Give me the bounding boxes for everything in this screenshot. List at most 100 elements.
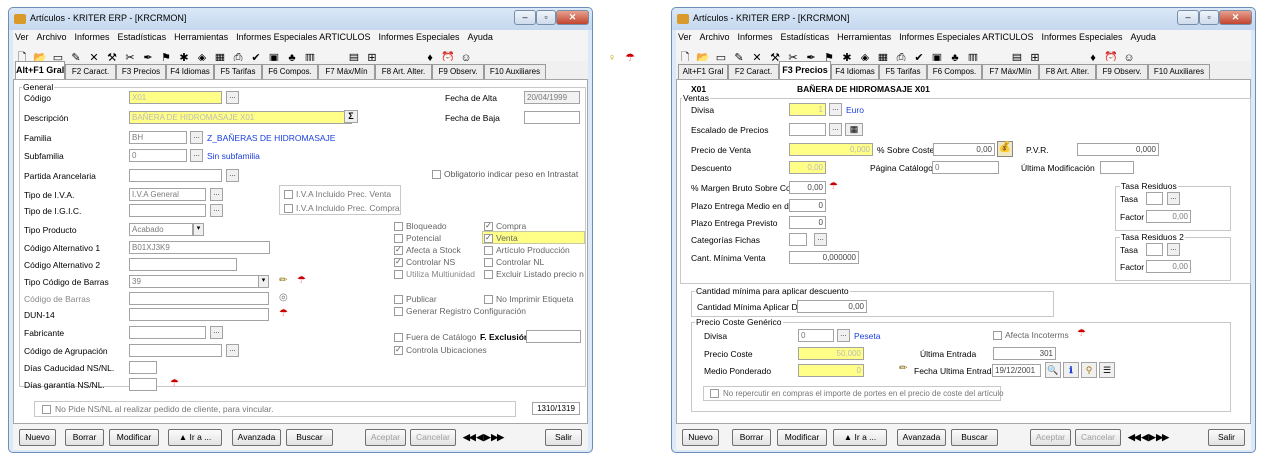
dun14-field[interactable] [129, 308, 269, 321]
menu-archivo[interactable]: Archivo [37, 32, 67, 42]
tab-auxiliares[interactable]: F10 Auxiliares [1148, 64, 1210, 79]
dias-cad-field[interactable] [129, 361, 157, 374]
aceptar-button[interactable]: Aceptar [1030, 429, 1071, 446]
borrar-button[interactable]: Borrar [732, 429, 771, 446]
escalado-lookup-button[interactable]: … [829, 123, 842, 136]
tab-observ[interactable]: F9 Observ. [1096, 64, 1148, 79]
gen-registro-checkbox[interactable] [394, 307, 403, 316]
obligatorio-checkbox[interactable] [432, 170, 441, 179]
help-icon[interactable]: ☂ [621, 50, 639, 67]
modificar-button[interactable]: Modificar [109, 429, 159, 446]
modificar-button[interactable]: Modificar [777, 429, 827, 446]
sobre-coste-field[interactable]: 0,00 [933, 143, 995, 156]
record-navigator[interactable]: ◀◀ ◀ ▶ ▶▶ [463, 429, 504, 446]
divisa2-link[interactable]: Peseta [854, 331, 880, 342]
menu-ayuda[interactable]: Ayuda [468, 32, 493, 42]
controla-ubic-checkbox[interactable] [394, 345, 403, 355]
subfamilia-field[interactable]: 0 [129, 149, 187, 162]
salir-button[interactable]: Salir [545, 429, 582, 446]
menu-ver[interactable]: Ver [15, 32, 29, 42]
grid-icon[interactable]: ▦ [845, 123, 863, 136]
tipo-igic-field[interactable] [129, 204, 206, 217]
factor-field[interactable]: 0,00 [1146, 210, 1191, 223]
divisa-lookup-button[interactable]: … [829, 103, 842, 116]
tab-tarifas[interactable]: F5 Tarifas [214, 64, 262, 79]
menu-informes-especiales[interactable]: Informes Especiales [1042, 32, 1123, 42]
hierarchy-icon[interactable]: ⚲ [1081, 362, 1097, 378]
tipo-barras-select[interactable]: 39 [129, 275, 269, 288]
categorias-field[interactable] [789, 233, 807, 246]
cant-dto-field[interactable]: 0,00 [797, 300, 867, 313]
controlar-ns-checkbox[interactable] [394, 257, 403, 267]
record-navigator[interactable]: ◀◀ ◀ ▶ ▶▶ [1128, 429, 1169, 446]
tipo-iva-field[interactable]: I.V.A General [129, 188, 206, 201]
controlar-nl-checkbox[interactable] [484, 258, 493, 267]
plazo-medio-field[interactable]: 0 [789, 199, 826, 212]
publicar-checkbox[interactable] [394, 295, 403, 304]
search-doc-icon[interactable]: 🔍 [1045, 362, 1061, 378]
descripcion-field[interactable]: BAÑERA DE HIDROMASAJE X01 [129, 111, 352, 124]
maximize-button[interactable]: ▫ [536, 10, 556, 25]
subfamilia-link[interactable]: Sin subfamilia [207, 151, 260, 162]
sigma-button[interactable]: Σ [344, 110, 358, 123]
menu-estadisticas[interactable]: Estadísticas [781, 32, 830, 42]
chevron-down-icon[interactable]: ▾ [193, 223, 204, 236]
compra-checkbox[interactable] [484, 221, 493, 231]
menu-herramientas[interactable]: Herramientas [174, 32, 228, 42]
tab-maxmin[interactable]: F7 Máx/Mín [318, 64, 375, 79]
multiunidad-checkbox[interactable] [394, 270, 403, 279]
codigo-field[interactable]: X01 [129, 91, 222, 104]
cancelar-button[interactable]: Cancelar [410, 429, 456, 446]
chevron-down-icon[interactable]: ▾ [258, 275, 269, 288]
plazo-prev-field[interactable]: 0 [789, 216, 826, 229]
tipo-producto-select[interactable]: Acabado [129, 223, 193, 236]
cod-alt1-field[interactable]: B01XJ3K9 [129, 241, 270, 254]
fecha-baja-field[interactable] [524, 111, 580, 124]
ult-mod-field[interactable] [1100, 161, 1134, 174]
tree-icon[interactable]: ☰ [1099, 362, 1115, 378]
fabricante-field[interactable] [129, 326, 206, 339]
f-exclusion-field[interactable] [526, 330, 581, 343]
divisa-link[interactable]: Euro [846, 105, 864, 116]
ir-a-button[interactable]: ▲ Ir a ... [833, 429, 887, 446]
aceptar-button[interactable]: Aceptar [365, 429, 406, 446]
tab-idiomas[interactable]: F4 Idiomas [831, 64, 879, 79]
menu-informes-especiales-articulos[interactable]: Informes Especiales ARTICULOS [899, 32, 1033, 42]
nuevo-button[interactable]: Nuevo [682, 429, 719, 446]
tab-precios[interactable]: F3 Precios [116, 64, 166, 79]
tasa2-field[interactable] [1146, 243, 1163, 256]
menu-informes-especiales-articulos[interactable]: Informes Especiales ARTICULOS [236, 32, 370, 42]
stamp-icon[interactable]: ☂ [1077, 328, 1086, 340]
info-icon[interactable]: ℹ [1063, 362, 1079, 378]
money-bag-icon[interactable]: 💰 [997, 141, 1013, 157]
borrar-button[interactable]: Borrar [65, 429, 104, 446]
precio-venta-field[interactable]: 0,000 [789, 143, 873, 156]
tab-tarifas[interactable]: F5 Tarifas [879, 64, 927, 79]
menu-informes[interactable]: Informes [738, 32, 773, 42]
margen-field[interactable]: 0,00 [789, 181, 826, 194]
stamp-icon[interactable]: ☂ [297, 275, 306, 287]
no-imprimir-checkbox[interactable] [484, 295, 493, 304]
categorias-lookup-button[interactable]: … [814, 233, 827, 246]
bulb-icon[interactable]: ♀ [603, 50, 621, 67]
familia-field[interactable]: BH [129, 131, 187, 144]
tab-art-alter[interactable]: F8 Art. Alter. [1039, 64, 1096, 79]
tab-caract[interactable]: F2 Caract. [65, 64, 116, 79]
fuera-catalogo-checkbox[interactable] [394, 333, 403, 342]
codigo-lookup-button[interactable]: … [226, 91, 239, 104]
buscar-button[interactable]: Buscar [286, 429, 333, 446]
tab-compos[interactable]: F6 Compos. [262, 64, 318, 79]
potencial-checkbox[interactable] [394, 234, 403, 243]
avanzada-button[interactable]: Avanzada [232, 429, 281, 446]
tipo-igic-lookup-button[interactable]: … [210, 204, 223, 217]
escalado-field[interactable] [789, 123, 826, 136]
art-produccion-checkbox[interactable] [484, 246, 493, 255]
tipo-iva-lookup-button[interactable]: … [210, 188, 223, 201]
buscar-button[interactable]: Buscar [951, 429, 998, 446]
fecha-ult-field[interactable]: 19/12/2001 [992, 364, 1041, 377]
familia-link[interactable]: Z_BAÑERAS DE HIDROMASAJE [207, 133, 335, 144]
partida-lookup-button[interactable]: … [226, 169, 239, 182]
tab-gral[interactable]: Alt+F1 Gral [15, 61, 65, 79]
descuento-field[interactable]: 0,00 [789, 161, 826, 174]
fabricante-lookup-button[interactable]: … [210, 326, 223, 339]
